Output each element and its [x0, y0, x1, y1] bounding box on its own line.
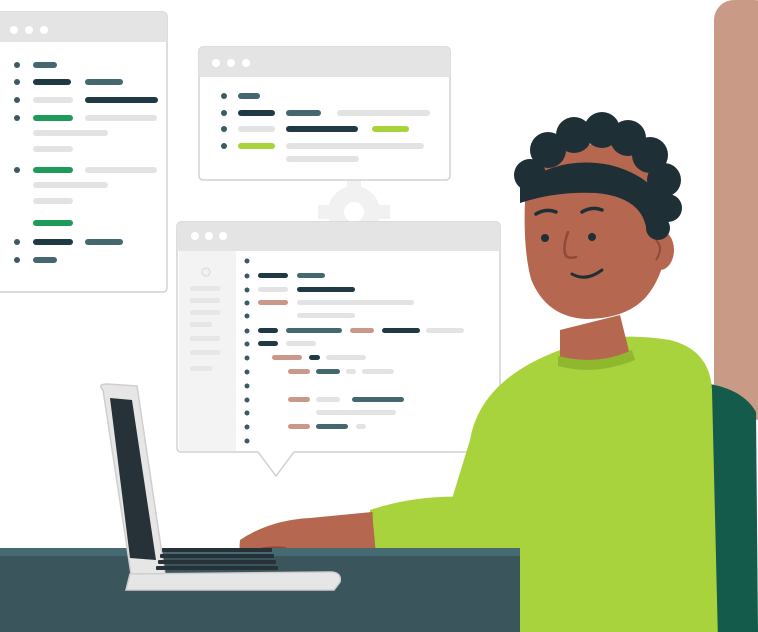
- eye-left: [541, 234, 549, 242]
- illustration-scene: [0, 0, 758, 632]
- window-dots-icon: [212, 59, 250, 67]
- door-panel: [714, 0, 758, 420]
- eye-right: [588, 233, 596, 241]
- code-window-top: [198, 46, 451, 181]
- code-window-center: [176, 221, 501, 478]
- laptop-base: [125, 571, 342, 591]
- window-dots-icon: [10, 26, 48, 34]
- code-window-left: [0, 11, 168, 293]
- window-dots-icon: [191, 232, 227, 240]
